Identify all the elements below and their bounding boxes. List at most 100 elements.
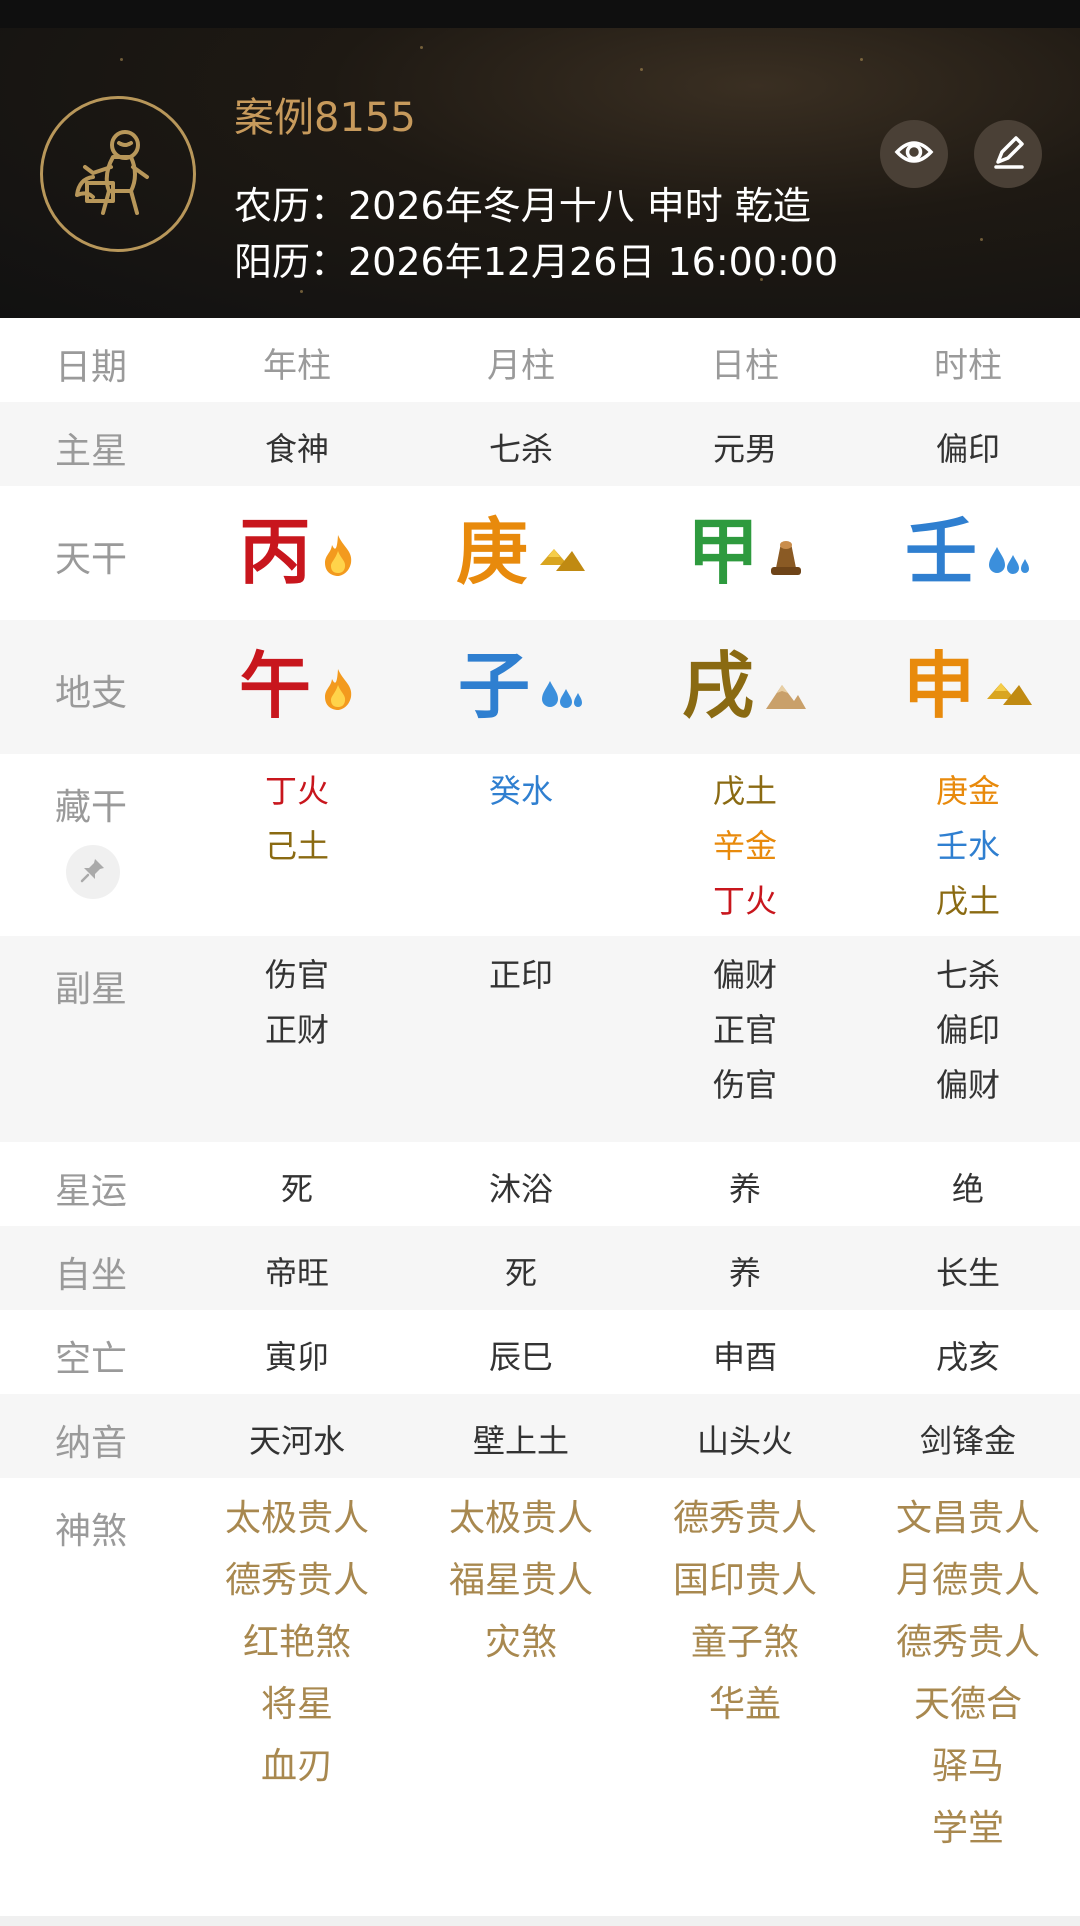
shensha-item[interactable]: 童子煞 <box>640 1612 850 1674</box>
tiangan-cell-hour[interactable]: 壬 <box>863 516 1073 588</box>
dizhi-char: 申 <box>902 644 975 728</box>
row-label: 自坐 <box>55 1255 128 1296</box>
row-label: 藏干 <box>55 787 128 828</box>
cell-value: 寅卯 <box>264 1338 329 1376</box>
shensha-item[interactable]: 灾煞 <box>416 1612 626 1674</box>
shensha-item[interactable]: 华盖 <box>640 1674 850 1736</box>
shensha-cell-day: 德秀贵人 国印贵人 童子煞 华盖 <box>640 1488 850 1736</box>
shensha-item[interactable]: 国印贵人 <box>640 1550 850 1612</box>
fire-icon <box>321 650 355 722</box>
tiangan-char: 甲 <box>686 510 759 594</box>
water-drops-icon <box>540 650 584 722</box>
dizhi-cell-day[interactable]: 戌 <box>640 650 850 722</box>
view-button[interactable] <box>880 120 948 188</box>
canggan-cell-year: 丁火 己土 <box>192 764 402 874</box>
shensha-item[interactable]: 福星贵人 <box>416 1550 626 1612</box>
row-canggan: 藏干 丁火 己土 癸水 戊土 辛金 丁火 庚金 壬水 戊土 <box>0 754 1080 936</box>
row-label: 天干 <box>55 539 128 580</box>
wood-icon <box>769 516 803 588</box>
shensha-cell-year: 太极贵人 德秀贵人 红艳煞 将星 血刃 <box>192 1488 402 1798</box>
column-day: 日柱 <box>711 346 779 386</box>
shensha-item[interactable]: 学堂 <box>863 1798 1073 1860</box>
shensha-item[interactable]: 天德合 <box>863 1674 1073 1736</box>
secondary-star: 正官 <box>712 1011 777 1049</box>
secondary-star: 伤官 <box>712 1066 777 1104</box>
tiangan-char: 庚 <box>455 510 528 594</box>
cell-value: 山头火 <box>696 1422 793 1460</box>
shensha-item[interactable]: 德秀贵人 <box>863 1612 1073 1674</box>
cell-value: 申酉 <box>712 1338 777 1376</box>
column-year: 年柱 <box>263 346 331 386</box>
hidden-stem: 庚金 <box>935 772 1000 810</box>
row-label: 纳音 <box>55 1423 128 1464</box>
pin-button[interactable] <box>66 845 120 899</box>
cell-value: 壁上土 <box>472 1422 569 1460</box>
cell-value: 帝旺 <box>264 1254 329 1292</box>
row-label: 星运 <box>55 1171 128 1212</box>
monkey-zodiac-icon <box>63 117 173 231</box>
edit-pencil-icon <box>988 132 1028 176</box>
secondary-star: 七杀 <box>935 956 1000 994</box>
metal-gold-icon <box>538 516 586 588</box>
row-label: 主星 <box>55 431 128 472</box>
column-month: 月柱 <box>487 346 555 386</box>
cell-value: 绝 <box>951 1170 984 1208</box>
secondary-star: 偏财 <box>935 1066 1000 1104</box>
bottom-edge <box>0 1916 1080 1926</box>
secondary-star: 正财 <box>264 1011 329 1049</box>
secondary-star: 正印 <box>488 956 553 994</box>
cell-value: 戌亥 <box>935 1338 1000 1376</box>
case-header: 案例8155 农历：2026年冬月十八 申时 乾造 阳历：2026年12月26日… <box>0 28 1080 318</box>
row-zhuxing: 主星 食神 七杀 元男 偏印 <box>0 402 1080 486</box>
hidden-stem: 辛金 <box>712 827 777 865</box>
edit-button[interactable] <box>974 120 1042 188</box>
cell-value: 偏印 <box>935 430 1000 468</box>
cell-value: 辰巳 <box>488 1338 553 1376</box>
row-label-date: 日期 <box>55 347 128 388</box>
cell-value: 天河水 <box>248 1422 345 1460</box>
hidden-stem: 己土 <box>264 827 329 865</box>
cell-value: 七杀 <box>488 430 553 468</box>
shensha-item[interactable]: 德秀贵人 <box>192 1550 402 1612</box>
hidden-stem: 丁火 <box>264 772 329 810</box>
solar-date: 阳历：2026年12月26日 16:00:00 <box>234 240 839 284</box>
tiangan-cell-day[interactable]: 甲 <box>640 516 850 588</box>
tiangan-cell-year[interactable]: 丙 <box>192 516 402 588</box>
fuxing-cell-hour: 七杀 偏印 偏财 <box>863 948 1073 1113</box>
hidden-stem: 戊土 <box>712 772 777 810</box>
secondary-star: 偏财 <box>712 956 777 994</box>
dizhi-char: 戌 <box>681 644 754 728</box>
row-label: 神煞 <box>55 1511 128 1552</box>
dizhi-cell-hour[interactable]: 申 <box>863 650 1073 722</box>
cell-value: 死 <box>504 1254 537 1292</box>
row-fuxing: 副星 伤官 正财 正印 偏财 正官 伤官 七杀 偏印 偏财 <box>0 936 1080 1142</box>
shensha-item[interactable]: 月德贵人 <box>863 1550 1073 1612</box>
cell-value: 养 <box>728 1170 761 1208</box>
hidden-stem: 壬水 <box>935 827 1000 865</box>
dizhi-char: 子 <box>457 644 530 728</box>
canggan-cell-hour: 庚金 壬水 戊土 <box>863 764 1073 929</box>
shensha-item[interactable]: 太极贵人 <box>416 1488 626 1550</box>
shensha-item[interactable]: 血刃 <box>192 1736 402 1798</box>
dizhi-cell-year[interactable]: 午 <box>192 650 402 722</box>
row-label: 副星 <box>55 969 128 1010</box>
dizhi-cell-month[interactable]: 子 <box>416 650 626 722</box>
cell-value: 元男 <box>712 430 777 468</box>
secondary-star: 伤官 <box>264 956 329 994</box>
tiangan-cell-month[interactable]: 庚 <box>416 516 626 588</box>
fuxing-cell-day: 偏财 正官 伤官 <box>640 948 850 1113</box>
lunar-date: 农历：2026年冬月十八 申时 乾造 <box>234 184 811 228</box>
shensha-item[interactable]: 驿马 <box>863 1736 1073 1798</box>
shensha-cell-hour: 文昌贵人 月德贵人 德秀贵人 天德合 驿马 学堂 <box>863 1488 1073 1860</box>
canggan-cell-day: 戊土 辛金 丁火 <box>640 764 850 929</box>
shensha-item[interactable]: 将星 <box>192 1674 402 1736</box>
shensha-item[interactable]: 德秀贵人 <box>640 1488 850 1550</box>
shensha-item[interactable]: 文昌贵人 <box>863 1488 1073 1550</box>
cell-value: 沐浴 <box>488 1170 553 1208</box>
pin-icon <box>80 857 106 887</box>
shensha-item[interactable]: 太极贵人 <box>192 1488 402 1550</box>
shensha-item[interactable]: 红艳煞 <box>192 1612 402 1674</box>
row-nayin: 纳音 天河水 壁上土 山头火 剑锋金 <box>0 1394 1080 1478</box>
dizhi-char: 午 <box>238 644 311 728</box>
cell-value: 剑锋金 <box>919 1422 1016 1460</box>
